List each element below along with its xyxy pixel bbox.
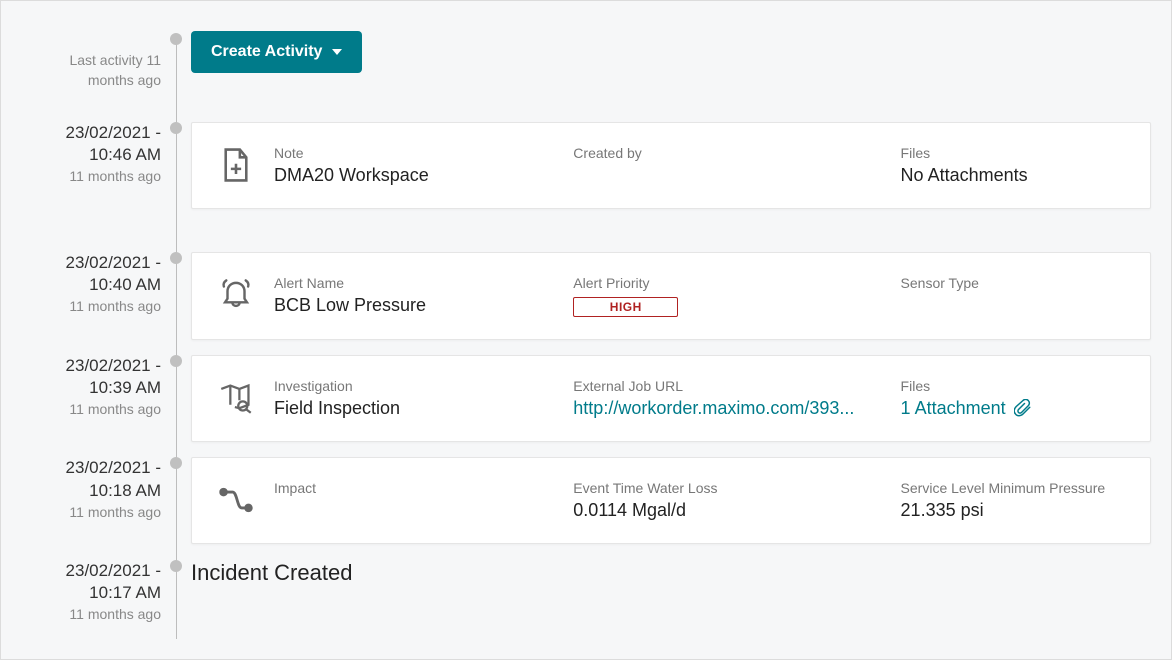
last-activity-label: Last activity 11 months ago bbox=[31, 51, 161, 90]
timeline-marker bbox=[170, 457, 182, 469]
create-activity-label: Create Activity bbox=[211, 43, 322, 61]
timestamp-time: 10:46 AM bbox=[31, 144, 161, 166]
timeline-marker bbox=[170, 355, 182, 367]
timestamp-relative: 11 months ago bbox=[31, 504, 161, 520]
investigation-label: Investigation bbox=[274, 378, 553, 394]
timeline-marker bbox=[170, 252, 182, 264]
bell-icon bbox=[218, 277, 254, 313]
activity-card-impact[interactable]: Impact Event Time Water Loss 0.0114 Mgal… bbox=[191, 457, 1151, 544]
create-activity-button[interactable]: Create Activity bbox=[191, 31, 362, 73]
timestamp-relative: 11 months ago bbox=[31, 401, 161, 417]
impact-icon bbox=[218, 482, 254, 518]
job-url-label: External Job URL bbox=[573, 378, 880, 394]
impact-label: Impact bbox=[274, 480, 553, 496]
timestamp-date: 23/02/2021 - bbox=[31, 355, 161, 377]
water-loss-label: Event Time Water Loss bbox=[573, 480, 880, 496]
incident-created-text: Incident Created bbox=[191, 560, 1151, 586]
timestamp-time: 10:18 AM bbox=[31, 480, 161, 502]
activity-card-alert[interactable]: Alert Name BCB Low Pressure Alert Priori… bbox=[191, 252, 1151, 340]
createdby-label: Created by bbox=[573, 145, 880, 161]
alert-name-label: Alert Name bbox=[274, 275, 553, 291]
timestamp-time: 10:39 AM bbox=[31, 377, 161, 399]
timeline-marker bbox=[170, 122, 182, 134]
paperclip-icon bbox=[1014, 399, 1032, 417]
timestamp-date: 23/02/2021 - bbox=[31, 252, 161, 274]
job-url-link[interactable]: http://workorder.maximo.com/393... bbox=[573, 398, 880, 419]
attachments-link[interactable]: 1 Attachment bbox=[901, 398, 1124, 419]
alert-priority-label: Alert Priority bbox=[573, 275, 880, 291]
files-label: Files bbox=[901, 378, 1124, 394]
chevron-down-icon bbox=[332, 49, 342, 55]
timestamp-date: 23/02/2021 - bbox=[31, 560, 161, 582]
activity-card-note[interactable]: Note DMA20 Workspace Created by Files No… bbox=[191, 122, 1151, 209]
water-loss-value: 0.0114 Mgal/d bbox=[573, 500, 880, 521]
timestamp-time: 10:40 AM bbox=[31, 274, 161, 296]
map-search-icon bbox=[218, 380, 254, 416]
sensor-type-label: Sensor Type bbox=[901, 275, 1124, 291]
timestamp-time: 10:17 AM bbox=[31, 582, 161, 604]
note-label: Note bbox=[274, 145, 553, 161]
note-value: DMA20 Workspace bbox=[274, 165, 553, 186]
investigation-value: Field Inspection bbox=[274, 398, 553, 419]
timestamp-relative: 11 months ago bbox=[31, 606, 161, 622]
file-plus-icon bbox=[218, 147, 254, 183]
attachments-count: 1 Attachment bbox=[901, 398, 1006, 419]
timestamp-date: 23/02/2021 - bbox=[31, 122, 161, 144]
timeline-marker bbox=[170, 560, 182, 572]
files-label: Files bbox=[901, 145, 1124, 161]
timestamp-relative: 11 months ago bbox=[31, 168, 161, 184]
timestamp-relative: 11 months ago bbox=[31, 298, 161, 314]
timeline-marker bbox=[170, 33, 182, 45]
activity-card-investigation[interactable]: Investigation Field Inspection External … bbox=[191, 355, 1151, 442]
alert-name-value: BCB Low Pressure bbox=[274, 295, 553, 316]
service-level-value: 21.335 psi bbox=[901, 500, 1124, 521]
files-value: No Attachments bbox=[901, 165, 1124, 186]
timestamp-date: 23/02/2021 - bbox=[31, 457, 161, 479]
service-level-label: Service Level Minimum Pressure bbox=[901, 480, 1124, 496]
alert-priority-badge: HIGH bbox=[573, 297, 678, 317]
